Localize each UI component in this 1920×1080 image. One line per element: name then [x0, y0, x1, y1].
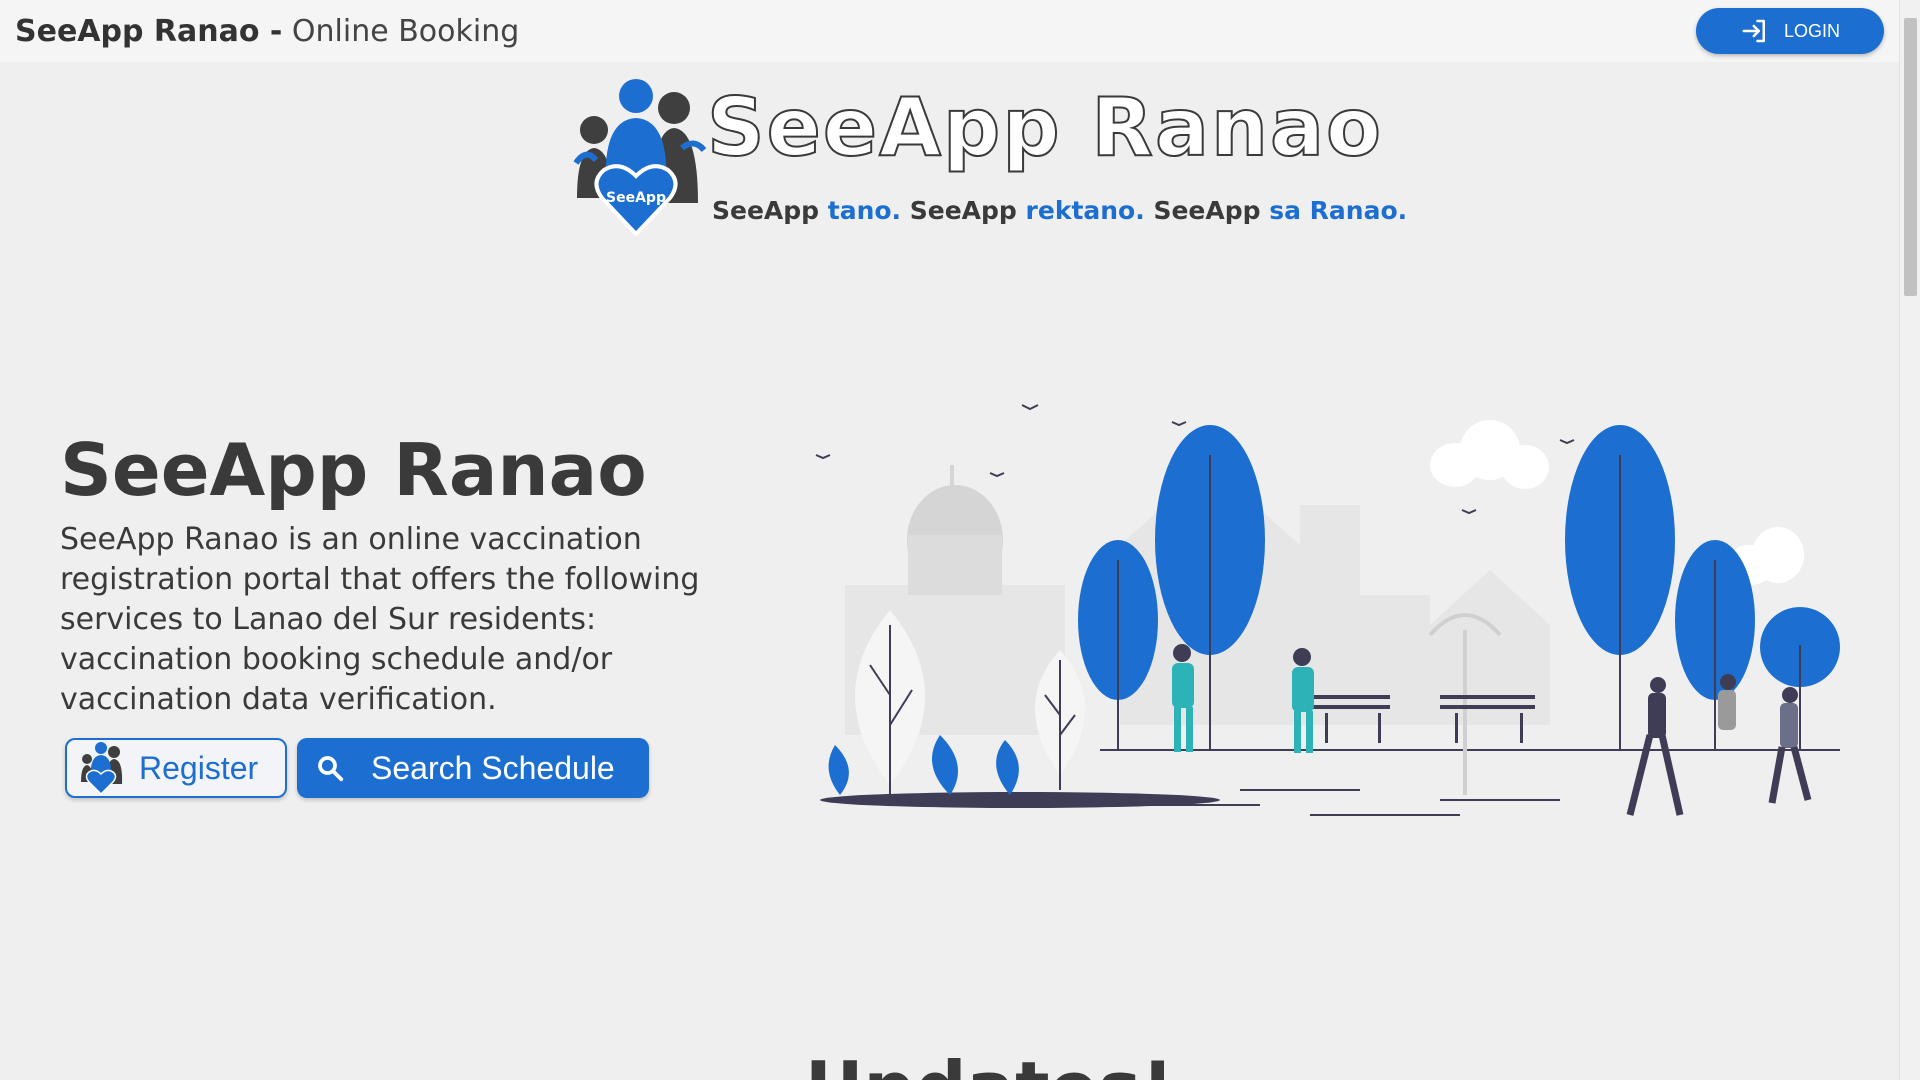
login-icon: [1742, 19, 1765, 43]
tagline-part: tano.: [827, 196, 902, 225]
login-label: LOGIN: [1783, 20, 1840, 41]
top-navbar: SeeApp Ranao - Online Booking LOGIN: [0, 0, 1899, 62]
tagline-part: SeeApp: [712, 196, 828, 225]
search-schedule-button[interactable]: Search Schedule: [297, 738, 649, 798]
seeapp-logo-icon: SeeApp: [573, 79, 707, 236]
register-label: Register: [139, 749, 259, 786]
logo-title: SeeApp Ranao: [706, 81, 1383, 174]
seeapp-logo-icon: [81, 742, 123, 794]
hero-title: SeeApp Ranao: [60, 428, 647, 512]
brand-subtitle: Online Booking: [291, 13, 520, 49]
login-button[interactable]: LOGIN: [1696, 8, 1884, 54]
register-button[interactable]: Register: [65, 738, 287, 798]
search-icon: [318, 756, 344, 782]
search-schedule-label: Search Schedule: [371, 749, 615, 786]
logo-badge-text: SeeApp: [606, 190, 666, 206]
scrollbar-thumb[interactable]: [1904, 18, 1917, 296]
site-logo: SeeApp SeeApp Ranao SeeApp tano. SeeApp …: [572, 78, 1407, 238]
tagline-part: SeeApp: [901, 196, 1026, 225]
updates-heading: Updates!: [805, 1046, 1174, 1080]
tagline-part: rektano.: [1025, 196, 1145, 225]
page-scrollbar[interactable]: [1899, 0, 1920, 1080]
tagline-part: sa Ranao.: [1269, 196, 1408, 225]
logo-tagline: SeeApp tano. SeeApp rektano. SeeApp sa R…: [712, 196, 1407, 225]
hero-illustration: [815, 404, 1840, 816]
tagline-part: SeeApp: [1144, 196, 1270, 225]
navbar-brand[interactable]: SeeApp Ranao - Online Booking: [15, 14, 519, 49]
hero-description: SeeApp Ranao is an online vaccination re…: [60, 522, 700, 717]
brand-name: SeeApp Ranao -: [15, 13, 283, 49]
